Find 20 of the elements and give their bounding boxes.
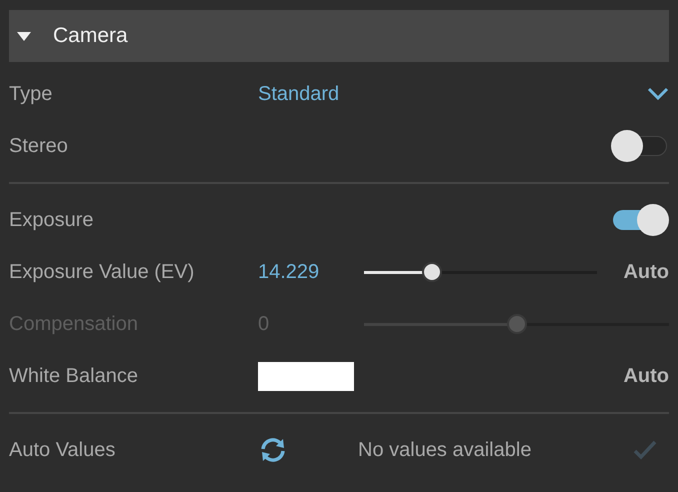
field-label: Exposure bbox=[9, 208, 94, 233]
field-label: Exposure Value (EV) bbox=[9, 260, 196, 285]
slider[interactable] bbox=[364, 314, 669, 334]
field-label: Type bbox=[9, 82, 54, 107]
toggle-switch[interactable] bbox=[611, 204, 669, 236]
checkmark-icon bbox=[633, 440, 657, 460]
value-text: 14.229 bbox=[258, 260, 320, 285]
toggle-switch[interactable] bbox=[611, 130, 669, 162]
field-label: Auto Values bbox=[9, 438, 116, 463]
type-dropdown[interactable]: Standard bbox=[258, 79, 669, 109]
slider[interactable] bbox=[364, 262, 597, 282]
chevron-down-icon bbox=[647, 87, 669, 101]
auto-button[interactable]: Auto bbox=[623, 361, 669, 391]
status-message: No values available bbox=[358, 438, 532, 463]
section-header[interactable]: Camera bbox=[9, 10, 669, 62]
color-swatch[interactable] bbox=[258, 362, 354, 390]
field-label: Stereo bbox=[9, 134, 69, 159]
auto-button[interactable]: Auto bbox=[623, 257, 669, 287]
field-label: White Balance bbox=[9, 364, 139, 389]
triangle-down-icon bbox=[15, 29, 33, 43]
